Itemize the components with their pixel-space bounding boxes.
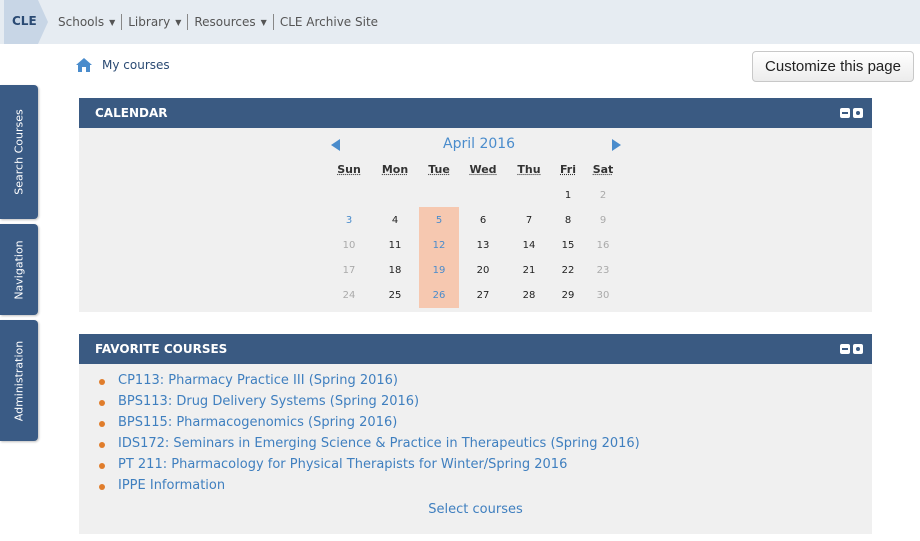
nav-library-label: Library <box>128 15 171 29</box>
calendar-day: 1 <box>564 190 572 201</box>
side-tab-label: Search Courses <box>12 109 26 195</box>
block-actions-icon[interactable] <box>853 344 863 354</box>
calendar-day[interactable]: 5 <box>436 215 442 226</box>
calendar-title: CALENDAR <box>95 106 168 120</box>
course-link[interactable]: CP113: Pharmacy Practice III (Spring 201… <box>99 373 640 394</box>
select-courses-link[interactable]: Select courses <box>79 502 872 517</box>
favorite-courses-title: FAVORITE COURSES <box>95 342 228 356</box>
calendar-day: 27 <box>476 290 490 301</box>
favorite-courses-list: CP113: Pharmacy Practice III (Spring 201… <box>99 373 640 499</box>
top-navbar: CLE Schools ▼ Library ▼ Resources ▼ CLE Arc… <box>0 0 920 44</box>
calendar-day: 30 <box>596 290 610 301</box>
course-link[interactable]: BPS113: Drug Delivery Systems (Spring 20… <box>99 394 640 415</box>
nav-resources-label: Resources <box>194 15 256 29</box>
nav-menu: Schools ▼ Library ▼ Resources ▼ CLE Archive… <box>58 14 378 30</box>
course-link[interactable]: BPS115: Pharmacogenomics (Spring 2016) <box>99 415 640 436</box>
prev-month-icon[interactable] <box>331 139 340 151</box>
block-actions-icon[interactable] <box>853 108 863 118</box>
calendar-day: 22 <box>561 265 575 276</box>
calendar-header: CALENDAR <box>79 98 872 128</box>
calendar-day[interactable]: 12 <box>433 240 446 251</box>
chevron-down-icon: ▼ <box>175 17 182 27</box>
calendar-day: 2 <box>599 190 607 201</box>
calendar-day-name: Wed <box>469 163 497 176</box>
calendar-month-link[interactable]: April 2016 <box>443 136 515 152</box>
nav-divider <box>272 14 274 30</box>
calendar-day: 24 <box>342 290 356 301</box>
calendar-day-name: Tue <box>428 163 450 176</box>
calendar-day[interactable]: 3 <box>346 215 352 226</box>
calendar-day[interactable]: 19 <box>433 265 446 276</box>
calendar-day: 4 <box>391 215 399 226</box>
calendar-day-name: Fri <box>559 163 577 176</box>
brand-logo[interactable]: CLE <box>4 0 48 44</box>
next-month-icon[interactable] <box>612 139 621 151</box>
calendar-day: 18 <box>388 265 402 276</box>
favorite-courses-block: FAVORITE COURSES CP113: Pharmacy Practic… <box>79 334 872 534</box>
nav-resources[interactable]: Resources ▼ <box>194 15 266 29</box>
calendar-day: 7 <box>525 215 533 226</box>
calendar-day: 17 <box>342 265 356 276</box>
calendar-day: 10 <box>342 240 356 251</box>
calendar-day: 6 <box>479 215 487 226</box>
nav-divider <box>121 14 123 30</box>
calendar-day: 29 <box>561 290 575 301</box>
calendar-day: 8 <box>564 215 572 226</box>
calendar-day: 11 <box>388 240 402 251</box>
calendar-day: 14 <box>522 240 536 251</box>
calendar-block: CALENDAR April 2016 Sun Mon Tue Wed Thu Fri Sa… <box>79 98 872 312</box>
side-tab-label: Navigation <box>12 239 26 300</box>
minimize-icon[interactable] <box>840 108 850 118</box>
calendar-day: 25 <box>388 290 402 301</box>
nav-cle-archive[interactable]: CLE Archive Site <box>280 15 378 29</box>
course-link[interactable]: IDS172: Seminars in Emerging Science & P… <box>99 436 640 457</box>
calendar-day-name: Mon <box>381 163 409 176</box>
calendar-day-name: Thu <box>517 163 541 176</box>
calendar-day: 13 <box>476 240 490 251</box>
brand-label: CLE <box>12 14 37 28</box>
calendar-day: 23 <box>596 265 610 276</box>
calendar-day: 21 <box>522 265 536 276</box>
nav-library[interactable]: Library ▼ <box>128 15 181 29</box>
calendar-day: 20 <box>476 265 490 276</box>
calendar-day: 9 <box>599 215 607 226</box>
side-tab-search-courses[interactable]: Search Courses <box>0 85 38 219</box>
minimize-icon[interactable] <box>840 344 850 354</box>
chevron-down-icon: ▼ <box>109 17 116 27</box>
calendar-day[interactable]: 26 <box>433 290 446 301</box>
nav-cle-archive-label: CLE Archive Site <box>279 15 379 29</box>
chevron-down-icon: ▼ <box>260 17 267 27</box>
calendar-day-name: Sun <box>337 163 361 176</box>
breadcrumb-my-courses[interactable]: My courses <box>102 58 170 72</box>
calendar-day: 15 <box>561 240 575 251</box>
nav-schools[interactable]: Schools ▼ <box>58 15 115 29</box>
side-tab-administration[interactable]: Administration <box>0 320 38 441</box>
nav-schools-label: Schools <box>58 15 105 29</box>
calendar-day: 16 <box>596 240 610 251</box>
nav-divider <box>187 14 189 30</box>
breadcrumb: My courses <box>76 58 170 72</box>
customize-page-button[interactable]: Customize this page <box>752 51 914 82</box>
home-icon[interactable] <box>76 58 92 72</box>
side-tab-navigation[interactable]: Navigation <box>0 224 38 315</box>
course-link[interactable]: PT 211: Pharmacology for Physical Therap… <box>99 457 640 478</box>
course-link[interactable]: IPPE Information <box>99 478 640 499</box>
side-tab-label: Administration <box>12 340 26 421</box>
calendar-day: 28 <box>522 290 536 301</box>
favorite-courses-header: FAVORITE COURSES <box>79 334 872 364</box>
calendar-day-name: Sat <box>592 163 614 176</box>
